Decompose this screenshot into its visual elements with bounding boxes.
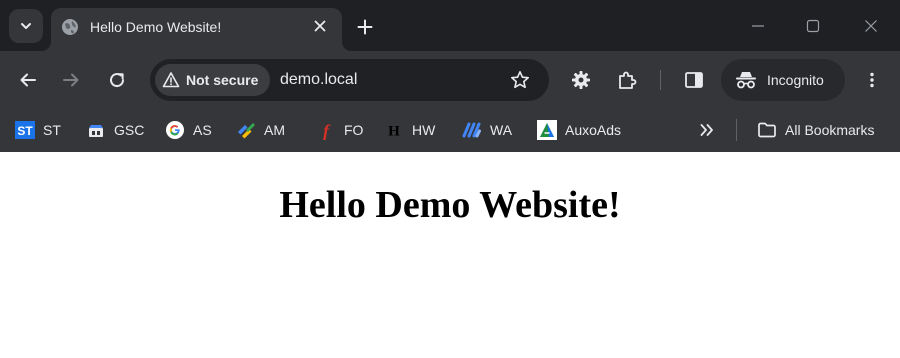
all-bookmarks-label: All Bookmarks xyxy=(785,122,875,138)
puzzle-icon xyxy=(619,71,637,89)
bookmark-item[interactable]: AuxoAds xyxy=(533,117,625,143)
toolbar-divider xyxy=(660,70,661,90)
svg-text:H: H xyxy=(388,124,400,140)
extension-gear-button[interactable] xyxy=(565,64,597,96)
bookmark-label: GSC xyxy=(114,122,145,138)
globe-icon xyxy=(62,19,78,35)
tab-title: Hello Demo Website! xyxy=(90,19,222,35)
active-tab[interactable]: Hello Demo Website! xyxy=(41,8,352,51)
menu-button[interactable] xyxy=(856,64,888,96)
page-content: Hello Demo Website! xyxy=(0,152,900,358)
bookmark-item[interactable]: H HW xyxy=(380,117,439,143)
bookmark-star-button[interactable] xyxy=(504,64,536,96)
bookmark-label: HW xyxy=(412,122,436,138)
close-icon xyxy=(314,20,326,32)
svg-text:f: f xyxy=(323,121,331,140)
arrow-right-icon xyxy=(63,73,79,87)
bookmark-item[interactable]: WA xyxy=(458,117,516,143)
bookmark-item[interactable]: AS xyxy=(161,117,216,143)
close-window-button[interactable] xyxy=(850,8,892,44)
bookmark-label: ST xyxy=(43,122,61,138)
bookmark-item[interactable]: GSC xyxy=(82,117,148,143)
maximize-button[interactable] xyxy=(792,8,834,44)
security-label: Not secure xyxy=(186,72,259,88)
new-tab-button[interactable] xyxy=(352,14,378,40)
incognito-label: Incognito xyxy=(767,72,824,88)
gear-icon xyxy=(572,71,590,89)
incognito-icon xyxy=(736,72,756,89)
minimize-button[interactable] xyxy=(737,8,779,44)
fo-icon: f xyxy=(323,121,331,140)
toolbar: Not secure demo.local Incognito xyxy=(0,51,900,108)
bookmark-label: AM xyxy=(264,122,285,138)
incognito-indicator[interactable]: Incognito xyxy=(721,59,845,101)
reload-icon xyxy=(110,73,125,88)
all-bookmarks-button[interactable]: All Bookmarks xyxy=(753,117,878,143)
svg-text:ST: ST xyxy=(17,124,33,138)
close-icon xyxy=(865,20,877,32)
folder-icon xyxy=(758,122,776,138)
address-bar[interactable]: Not secure demo.local xyxy=(150,59,549,101)
side-panel-button[interactable] xyxy=(678,64,710,96)
tab-strip: Hello Demo Website! xyxy=(0,0,900,51)
chevron-down-icon xyxy=(21,23,31,29)
bookmark-item[interactable]: f FO xyxy=(312,117,367,143)
chevron-double-right-icon xyxy=(700,124,713,136)
gsc-icon xyxy=(89,125,103,137)
bookmark-item[interactable]: AM xyxy=(232,117,289,143)
bookmark-label: WA xyxy=(490,122,513,138)
bookmarks-bar: ST ST GSC AS AM f FO H HW WA AuxoAds All… xyxy=(0,108,900,152)
maximize-icon xyxy=(806,19,820,33)
bookmark-label: FO xyxy=(344,122,364,138)
star-icon xyxy=(511,71,529,89)
security-chip[interactable]: Not secure xyxy=(155,64,270,96)
am-icon xyxy=(238,123,255,139)
warning-icon xyxy=(162,72,180,88)
bookmarks-overflow-button[interactable] xyxy=(694,117,720,143)
auxoads-icon xyxy=(537,120,557,140)
bookmarks-divider xyxy=(736,119,737,141)
page-heading: Hello Demo Website! xyxy=(279,184,621,226)
google-icon xyxy=(166,121,184,139)
reload-button[interactable] xyxy=(101,64,133,96)
forward-button[interactable] xyxy=(55,64,87,96)
wa-icon xyxy=(462,122,481,138)
arrow-left-icon xyxy=(20,73,36,87)
minimize-icon xyxy=(752,25,764,27)
plus-icon xyxy=(357,19,373,35)
back-button[interactable] xyxy=(12,64,44,96)
more-vert-icon xyxy=(870,72,874,88)
url-text[interactable]: demo.local xyxy=(280,70,357,90)
extensions-button[interactable] xyxy=(611,64,643,96)
side-panel-icon xyxy=(685,72,703,88)
tab-search-button[interactable] xyxy=(9,9,43,43)
hw-icon: H xyxy=(388,124,400,140)
bookmark-label: AS xyxy=(193,122,212,138)
st-icon: ST xyxy=(15,121,35,139)
bookmark-item[interactable]: ST ST xyxy=(11,117,65,143)
bookmark-label: AuxoAds xyxy=(565,122,622,138)
tab-close-button[interactable] xyxy=(309,15,331,37)
